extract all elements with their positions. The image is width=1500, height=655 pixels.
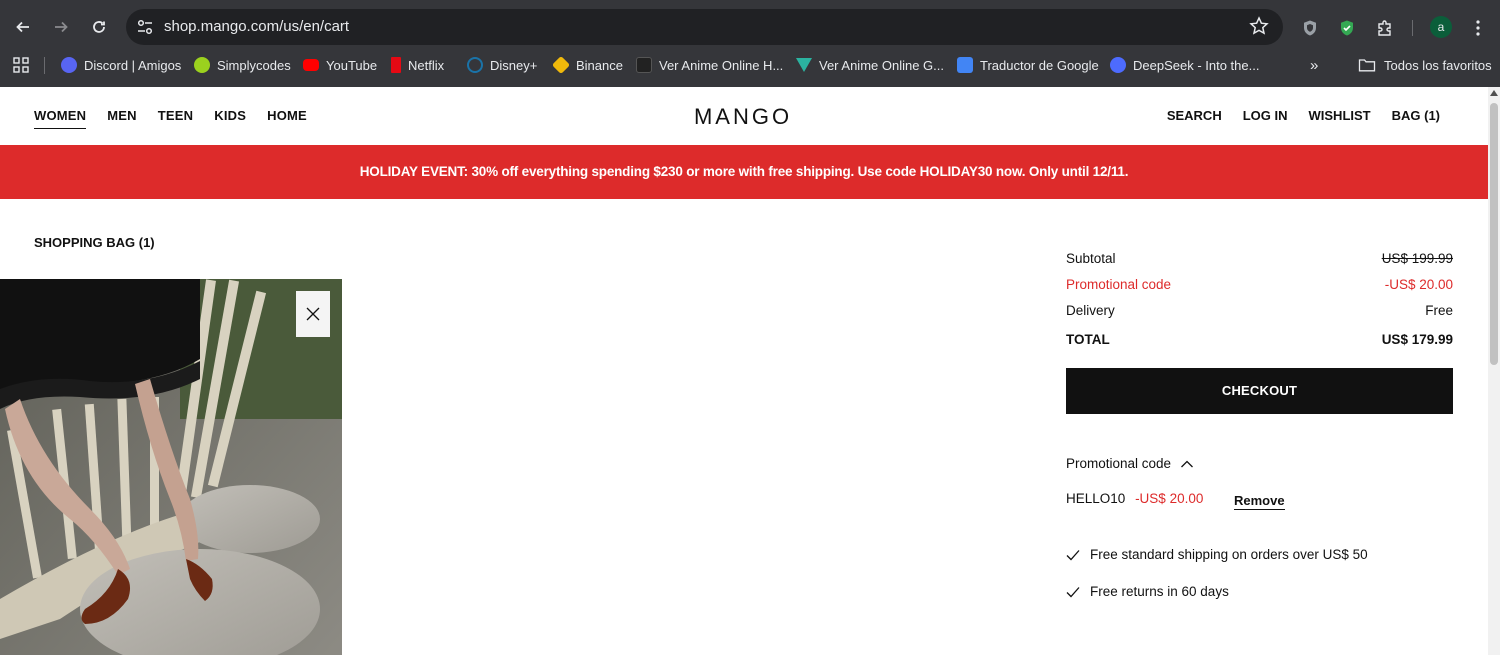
product-photo: [0, 279, 342, 655]
apps-grid-icon[interactable]: [12, 56, 30, 74]
back-button[interactable]: [8, 12, 38, 42]
reload-button[interactable]: [84, 12, 114, 42]
more-bookmarks-button[interactable]: »: [1310, 55, 1318, 75]
check-icon: [1066, 586, 1080, 597]
bookmarks-bar: Discord | Amigos Simplycodes YouTube Net…: [0, 50, 1500, 80]
nav-login[interactable]: LOG IN: [1243, 108, 1288, 123]
promo-code-toggle[interactable]: Promotional code: [1066, 456, 1194, 471]
promo-value: -US$ 20.00: [1384, 277, 1453, 292]
toolbar-divider: [1412, 20, 1413, 36]
product-image[interactable]: [0, 279, 342, 655]
delivery-value: Free: [1425, 303, 1453, 318]
bookmarks-divider: [44, 57, 45, 74]
promo-toggle-label: Promotional code: [1066, 456, 1172, 471]
browser-chrome: shop.mango.com/us/en/cart a Discord | Am…: [0, 0, 1500, 87]
mango-cart-page: WOMEN MEN TEEN KIDS HOME MANGO SEARCH LO…: [0, 87, 1488, 655]
checkout-button[interactable]: CHECKOUT: [1066, 368, 1453, 414]
anime-flv-icon: [636, 57, 652, 73]
profile-avatar[interactable]: a: [1430, 16, 1452, 38]
bookmark-anime-g[interactable]: Ver Anime Online G...: [796, 55, 944, 75]
bookmark-translate[interactable]: Traductor de Google: [957, 55, 1099, 75]
page-scrollbar[interactable]: [1488, 87, 1500, 655]
bookmark-netflix[interactable]: Netflix: [391, 55, 444, 75]
netflix-icon: [391, 57, 401, 73]
subtotal-value: US$ 199.99: [1381, 251, 1453, 266]
benefit-shipping: Free standard shipping on orders over US…: [1066, 547, 1368, 562]
all-bookmarks-folder[interactable]: Todos los favoritos: [1358, 55, 1492, 75]
arrow-right-icon: [55, 21, 68, 33]
remove-promo-link[interactable]: Remove: [1234, 493, 1285, 510]
green-shield-extension-icon[interactable]: [1336, 17, 1358, 39]
scroll-thumb[interactable]: [1490, 103, 1498, 365]
remove-item-button[interactable]: [296, 291, 330, 337]
anime-v-icon: [796, 58, 812, 72]
mango-logo[interactable]: MANGO: [690, 105, 796, 127]
folder-icon: [1358, 59, 1376, 72]
bookmark-anime-h[interactable]: Ver Anime Online H...: [636, 55, 783, 75]
promo-discount: -US$ 20.00: [1135, 491, 1204, 506]
omnibox[interactable]: shop.mango.com/us/en/cart: [126, 9, 1283, 45]
holiday-banner[interactable]: HOLIDAY EVENT: 30% off everything spendi…: [0, 145, 1488, 199]
delivery-label: Delivery: [1066, 303, 1115, 318]
promo-label: Promotional code: [1066, 277, 1172, 292]
deepseek-icon: [1110, 57, 1126, 73]
check-icon: [1066, 549, 1080, 560]
google-translate-icon: [957, 57, 973, 73]
site-settings-icon[interactable]: [136, 18, 154, 36]
bookmark-youtube[interactable]: YouTube: [303, 55, 377, 75]
benefit-returns: Free returns in 60 days: [1066, 584, 1229, 599]
total-label: TOTAL: [1066, 332, 1110, 347]
url-text[interactable]: shop.mango.com/us/en/cart: [164, 18, 349, 35]
bookmark-star-icon[interactable]: [1249, 16, 1269, 36]
close-icon: [306, 307, 320, 321]
simplycodes-icon: [194, 57, 210, 73]
nav-kids[interactable]: KIDS: [214, 108, 246, 127]
nav-women[interactable]: WOMEN: [34, 108, 87, 129]
nav-men[interactable]: MEN: [107, 108, 137, 127]
utility-nav: SEARCH LOG IN WISHLIST BAG (1): [1146, 108, 1440, 123]
forward-button[interactable]: [46, 12, 76, 42]
youtube-icon: [303, 59, 319, 71]
bookmark-binance[interactable]: Binance: [551, 55, 623, 75]
address-row: shop.mango.com/us/en/cart a: [0, 8, 1500, 46]
total-value: US$ 179.99: [1381, 332, 1453, 347]
shopping-bag-title: SHOPPING BAG (1): [34, 235, 155, 250]
nav-wishlist[interactable]: WISHLIST: [1309, 108, 1371, 123]
main-nav: WOMEN MEN TEEN KIDS HOME: [34, 108, 328, 129]
nav-teen[interactable]: TEEN: [158, 108, 193, 127]
subtotal-label: Subtotal: [1066, 251, 1116, 266]
bookmark-discord[interactable]: Discord | Amigos: [61, 55, 181, 75]
discord-icon: [61, 57, 77, 73]
bookmark-disney[interactable]: Disney+: [467, 55, 537, 75]
nav-search[interactable]: SEARCH: [1167, 108, 1222, 123]
reload-icon: [93, 21, 105, 33]
applied-promo: HELLO10 -US$ 20.00: [1066, 491, 1203, 506]
chevrons-right-icon: »: [1310, 56, 1319, 74]
arrow-left-icon: [16, 21, 29, 33]
bookmark-simplycodes[interactable]: Simplycodes: [194, 55, 291, 75]
disney-icon: [467, 57, 483, 73]
scroll-up-icon[interactable]: [1490, 90, 1498, 96]
more-menu-icon[interactable]: [1470, 16, 1486, 40]
svg-text:MANGO: MANGO: [694, 105, 792, 127]
nav-home[interactable]: HOME: [267, 108, 307, 127]
nav-bag[interactable]: BAG (1): [1392, 108, 1440, 123]
shield-extension-icon[interactable]: [1299, 17, 1321, 39]
promo-code-text: HELLO10: [1066, 491, 1126, 506]
bookmark-deepseek[interactable]: DeepSeek - Into the...: [1110, 55, 1259, 75]
extensions-puzzle-icon[interactable]: [1374, 17, 1396, 39]
chevron-up-icon: [1181, 460, 1194, 467]
binance-icon: [551, 55, 571, 75]
